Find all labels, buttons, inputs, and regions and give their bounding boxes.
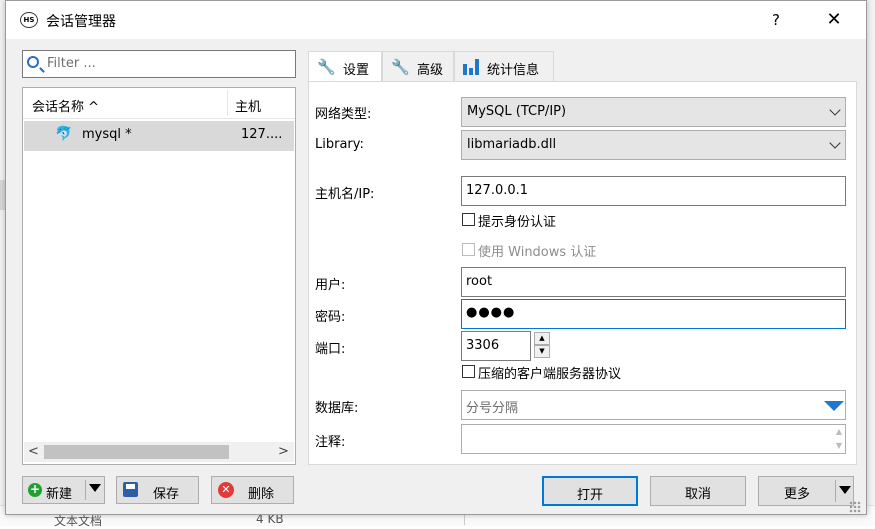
tab-advanced[interactable]: 🔧 高级 xyxy=(382,51,454,81)
port-decrement-button[interactable]: ▼ xyxy=(534,345,550,358)
network-type-value: MySQL (TCP/IP) xyxy=(467,104,567,119)
cancel-button[interactable]: 取消 xyxy=(650,476,746,506)
split-separator xyxy=(835,480,836,502)
plus-icon: + xyxy=(28,482,42,497)
password-label: 密码: xyxy=(315,310,346,325)
session-host: 127.... xyxy=(241,127,283,142)
compress-checkbox[interactable] xyxy=(462,365,475,378)
search-icon xyxy=(27,56,39,68)
chevron-down-icon xyxy=(829,104,841,116)
comment-textarea[interactable]: ▲ ▼ xyxy=(461,424,846,454)
more-dropdown-arrow-icon[interactable] xyxy=(839,486,851,494)
hostname-input[interactable]: 127.0.0.1 xyxy=(461,176,846,206)
save-button-label: 保存 xyxy=(153,487,180,502)
tab-settings-label: 设置 xyxy=(343,63,370,78)
password-value: ●●●● xyxy=(466,305,516,320)
hostname-label: 主机名/IP: xyxy=(315,187,375,202)
session-name: mysql * xyxy=(82,127,132,142)
port-input[interactable]: 3306 xyxy=(461,331,531,361)
user-input[interactable]: root xyxy=(461,267,846,297)
wrench-orange-icon: 🔧 xyxy=(391,58,410,76)
scroll-down-icon[interactable]: ▼ xyxy=(836,441,842,450)
password-input[interactable]: ●●●● xyxy=(461,299,846,329)
new-button-label: 新建 xyxy=(46,487,73,502)
database-label: 数据库: xyxy=(315,401,359,416)
session-manager-dialog: HS 会话管理器 ? ✕ Filter ... 会话名称 ^ 主机 🐬 mysq… xyxy=(5,0,867,515)
split-separator xyxy=(85,480,86,500)
resize-grip-icon[interactable] xyxy=(849,501,861,513)
library-select[interactable]: libmariadb.dll xyxy=(461,130,846,160)
network-type-select[interactable]: MySQL (TCP/IP) xyxy=(461,97,846,127)
filter-input[interactable]: Filter ... xyxy=(22,50,296,78)
library-label: Library: xyxy=(315,137,364,152)
filter-placeholder: Filter ... xyxy=(47,56,96,71)
title-bar: HS 会话管理器 ? ✕ xyxy=(6,1,866,39)
chevron-down-icon xyxy=(829,137,841,149)
open-button[interactable]: 打开 xyxy=(542,476,638,506)
column-separator[interactable] xyxy=(227,90,228,116)
save-disk-icon xyxy=(123,482,138,497)
new-dropdown-arrow-icon[interactable] xyxy=(89,484,101,492)
window-title: 会话管理器 xyxy=(46,14,116,30)
horizontal-scrollbar[interactable]: < > xyxy=(24,442,294,462)
column-header-session-name[interactable]: 会话名称 ^ xyxy=(32,96,99,115)
comment-label: 注释: xyxy=(315,435,346,450)
scrollbar-thumb[interactable] xyxy=(44,445,229,459)
network-type-label: 网络类型: xyxy=(315,107,372,122)
windows-auth-label: 使用 Windows 认证 xyxy=(478,245,597,260)
compress-label[interactable]: 压缩的客户端服务器协议 xyxy=(478,363,621,382)
heidisql-app-icon: HS xyxy=(20,12,38,28)
tree-header: 会话名称 ^ 主机 xyxy=(23,88,295,119)
prompt-auth-checkbox[interactable] xyxy=(462,213,475,226)
prompt-auth-label[interactable]: 提示身份认证 xyxy=(478,211,556,230)
port-label: 端口: xyxy=(315,342,346,357)
column-header-host[interactable]: 主机 xyxy=(235,96,261,115)
scroll-left-arrow[interactable]: < xyxy=(28,444,39,459)
tab-settings[interactable]: 🔧 设置 xyxy=(308,51,382,83)
delete-button[interactable]: ✕ 删除 xyxy=(211,476,294,504)
close-button[interactable]: ✕ xyxy=(816,9,852,31)
user-label: 用户: xyxy=(315,278,346,293)
database-placeholder: 分号分隔 xyxy=(466,401,519,416)
tab-statistics[interactable]: 统计信息 xyxy=(454,51,554,81)
more-button[interactable]: 更多 xyxy=(758,476,854,506)
open-button-label: 打开 xyxy=(576,488,603,503)
save-button[interactable]: 保存 xyxy=(116,476,199,504)
scroll-right-arrow[interactable]: > xyxy=(278,444,289,459)
delete-x-icon: ✕ xyxy=(218,482,234,498)
windows-auth-checkbox[interactable] xyxy=(462,243,475,256)
more-button-label: 更多 xyxy=(783,487,810,502)
session-tree[interactable]: 会话名称 ^ 主机 🐬 mysql * 127.... < > xyxy=(22,87,296,465)
new-button[interactable]: + 新建 xyxy=(22,476,105,504)
dropdown-triangle-icon[interactable] xyxy=(824,401,844,411)
wrench-icon: 🔧 xyxy=(317,58,336,76)
cancel-button-label: 取消 xyxy=(684,487,711,502)
port-increment-button[interactable]: ▲ xyxy=(534,332,550,345)
help-button[interactable]: ? xyxy=(761,9,791,31)
hostname-value: 127.0.0.1 xyxy=(466,183,529,198)
port-value: 3306 xyxy=(466,338,500,353)
user-value: root xyxy=(466,274,493,289)
bar-chart-icon xyxy=(463,59,481,75)
scroll-up-icon[interactable]: ▲ xyxy=(836,427,842,436)
session-row-mysql[interactable]: 🐬 mysql * 127.... xyxy=(24,121,294,151)
tab-statistics-label: 统计信息 xyxy=(487,63,540,78)
delete-button-label: 删除 xyxy=(248,487,275,502)
database-select[interactable]: 分号分隔 xyxy=(461,390,846,420)
dolphin-icon: 🐬 xyxy=(55,126,73,142)
library-value: libmariadb.dll xyxy=(467,137,557,152)
tab-advanced-label: 高级 xyxy=(417,63,444,78)
